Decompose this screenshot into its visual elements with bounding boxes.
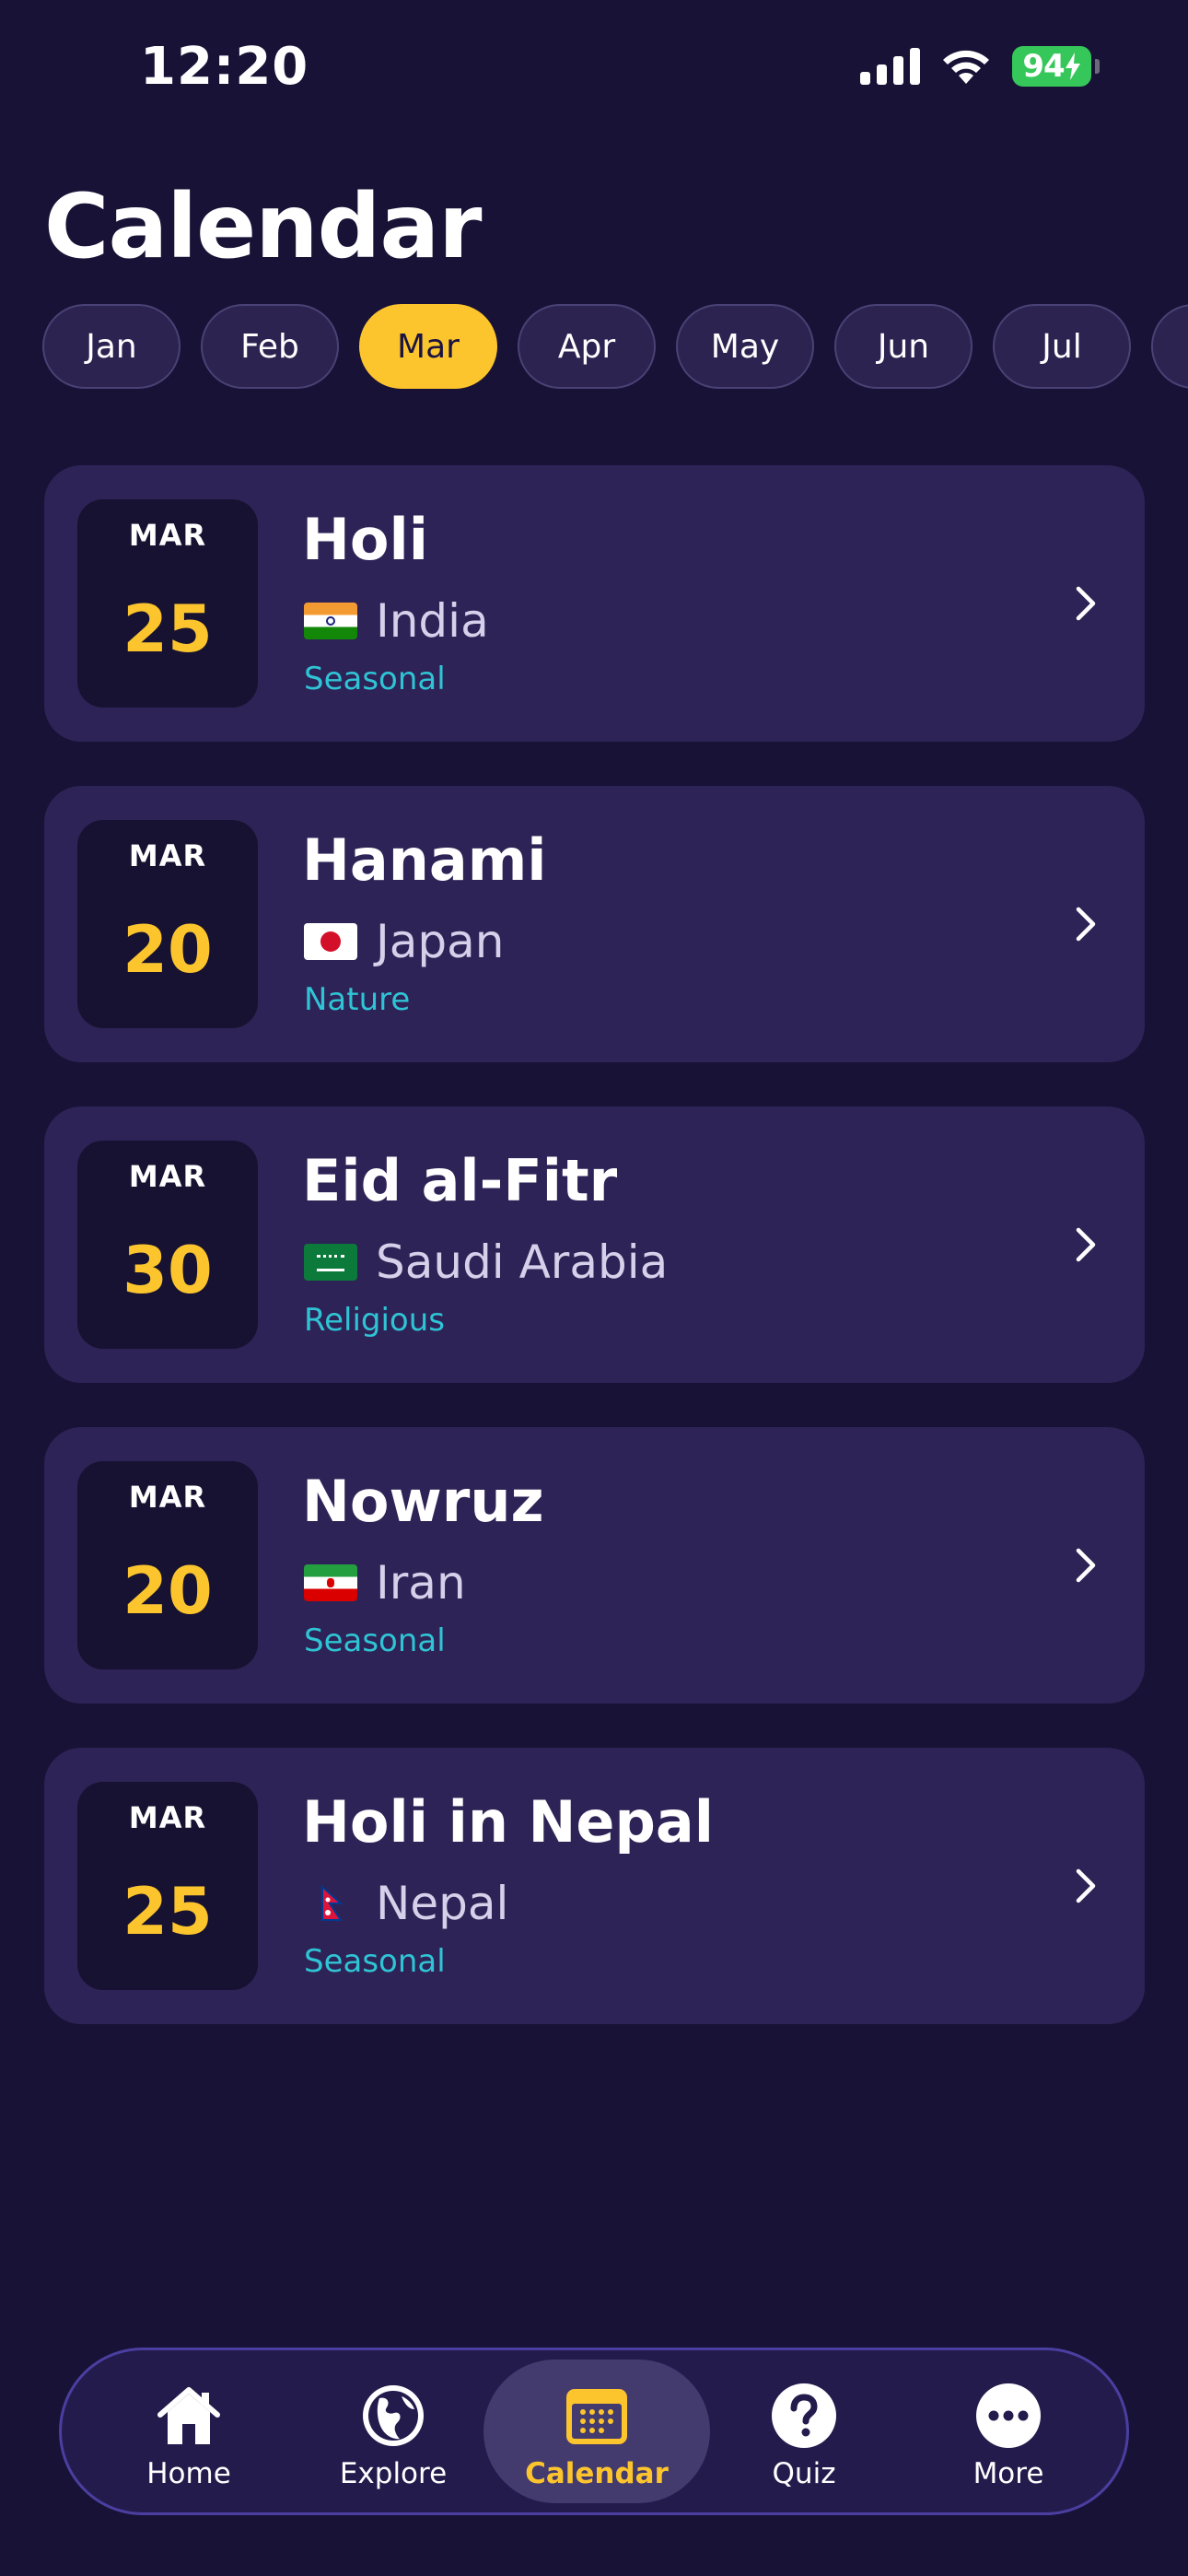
event-name: Nowruz [302,1468,544,1535]
event-name: Eid al-Fitr [302,1147,618,1214]
status-icons: 94 [860,46,1100,87]
month-chip-jun[interactable]: Jun [834,304,973,389]
event-category: Religious [304,1302,445,1339]
tab-home[interactable]: Home [87,2359,290,2503]
date-box: MAR 25 [77,1782,258,1990]
event-country: Nepal [304,1877,508,1930]
country-name: Saudi Arabia [376,1235,669,1289]
event-name: Holi in Nepal [302,1788,714,1856]
date-day: 25 [122,591,213,667]
date-box: MAR 20 [77,1461,258,1669]
date-month: MAR [128,1800,207,1835]
chevron-right-icon [1076,1548,1096,1583]
month-chip-apr[interactable]: Apr [518,304,656,389]
chevron-right-icon [1076,1227,1096,1262]
event-category: Seasonal [304,661,446,697]
event-name: Holi [302,506,428,573]
india-flag-icon [304,603,357,639]
tab-more[interactable]: More [907,2359,1110,2503]
event-card-eid-al-fitr[interactable]: MAR 30 Eid al-Fitr Saudi Arabia Religiou… [44,1107,1145,1383]
chevron-right-icon [1076,586,1096,621]
event-country: Japan [304,915,504,968]
cellular-signal-icon [860,48,920,85]
tab-quiz-label: Quiz [772,2457,836,2490]
chevron-right-icon [1076,1868,1096,1903]
date-month: MAR [128,1159,207,1194]
month-chip-may[interactable]: May [676,304,814,389]
chevron-right-icon [1076,907,1096,942]
iran-flag-icon [304,1564,357,1601]
event-country: Saudi Arabia [304,1235,668,1289]
status-bar: 12:20 94 [0,0,1188,138]
date-month: MAR [128,1480,207,1515]
country-name: India [376,594,489,648]
date-day: 20 [122,1553,213,1629]
wifi-icon [943,50,989,84]
date-day: 30 [122,1233,213,1308]
nepal-flag-icon [321,1884,344,1921]
month-track: Jan Feb Mar Apr May Jun Jul [42,304,1188,389]
bottom-tab-bar: Home Explore Calendar Quiz More [59,2348,1129,2515]
tab-home-label: Home [146,2457,231,2490]
country-name: Iran [376,1556,466,1610]
date-day: 25 [122,1874,213,1950]
globe-icon [363,2385,424,2446]
event-category: Nature [304,981,411,1018]
tab-more-label: More [973,2457,1044,2490]
month-chip-mar[interactable]: Mar [359,304,497,389]
event-country: Iran [304,1556,466,1610]
charging-bolt-icon [1065,53,1080,80]
tab-quiz[interactable]: Quiz [703,2359,905,2503]
month-chip-jan[interactable]: Jan [42,304,181,389]
month-chip-jul[interactable]: Jul [993,304,1131,389]
month-chip-next[interactable] [1151,304,1188,389]
tab-calendar-label: Calendar [525,2457,669,2490]
date-day: 20 [122,912,213,988]
date-box: MAR 20 [77,820,258,1028]
saudi-arabia-flag-icon [304,1244,357,1281]
tab-calendar[interactable]: Calendar [483,2359,710,2503]
event-category: Seasonal [304,1622,446,1659]
event-list: MAR 25 Holi India Seasonal MAR 20 Hanami… [44,465,1145,2068]
date-month: MAR [128,518,207,553]
more-icon [976,2383,1041,2448]
japan-flag-icon [304,923,357,960]
month-selector[interactable]: Jan Feb Mar Apr May Jun Jul [42,304,1188,389]
battery-indicator: 94 [1012,46,1100,87]
event-card-hanami[interactable]: MAR 20 Hanami Japan Nature [44,786,1145,1062]
date-box: MAR 30 [77,1141,258,1349]
event-category: Seasonal [304,1943,446,1980]
event-country: India [304,594,489,648]
date-month: MAR [128,838,207,873]
event-card-holi-in-nepal[interactable]: MAR 25 Holi in Nepal Nepal Seasonal [44,1748,1145,2024]
tab-explore[interactable]: Explore [292,2359,495,2503]
month-chip-feb[interactable]: Feb [201,304,339,389]
battery-level: 94 [1012,46,1091,87]
battery-percent: 94 [1022,48,1065,85]
status-time: 12:20 [140,37,309,97]
calendar-icon [566,2389,627,2444]
country-name: Nepal [376,1877,509,1930]
event-name: Hanami [302,826,547,894]
event-card-nowruz[interactable]: MAR 20 Nowruz Iran Seasonal [44,1427,1145,1704]
date-box: MAR 25 [77,499,258,708]
country-name: Japan [376,915,505,968]
question-mark-icon [772,2383,836,2448]
event-card-holi[interactable]: MAR 25 Holi India Seasonal [44,465,1145,742]
page-title: Calendar [44,175,482,278]
tab-explore-label: Explore [339,2457,448,2490]
battery-cap [1095,59,1100,74]
home-icon [157,2387,220,2444]
